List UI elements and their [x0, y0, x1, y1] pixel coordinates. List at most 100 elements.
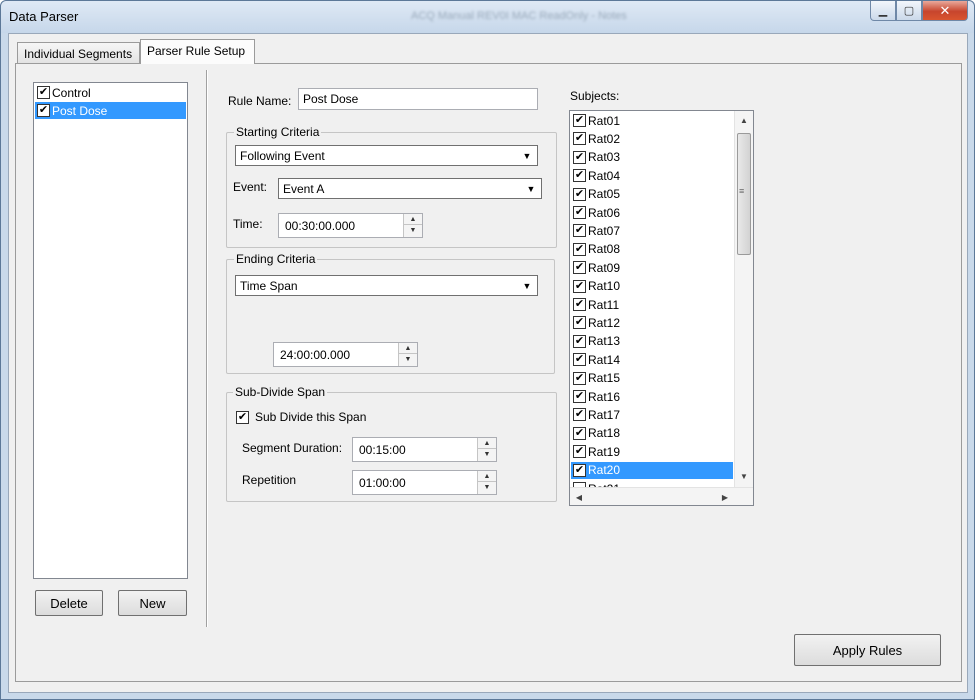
list-item[interactable]: ✔ Post Dose: [35, 102, 186, 119]
apply-rules-button[interactable]: Apply Rules: [794, 634, 941, 666]
subject-checkbox[interactable]: ✔: [573, 132, 586, 146]
list-item[interactable]: ✔ Rat07: [571, 222, 733, 239]
ending-type-select[interactable]: Time Span ▼: [235, 275, 538, 296]
chevron-down-icon[interactable]: ▼: [519, 148, 535, 163]
segment-duration-value: 00:15:00: [359, 443, 406, 457]
close-button[interactable]: ✕: [922, 1, 968, 21]
subject-checkbox[interactable]: ✔: [573, 316, 586, 330]
tab-individual-segments[interactable]: Individual Segments: [17, 42, 140, 64]
list-item[interactable]: ✔ Rat14: [571, 351, 733, 368]
spin-down-icon[interactable]: ▼: [478, 449, 496, 460]
list-item[interactable]: ✔ Rat02: [571, 130, 733, 147]
subject-checkbox[interactable]: ✔: [573, 353, 586, 367]
delete-button[interactable]: Delete: [35, 590, 103, 616]
list-item[interactable]: ✔ Rat17: [571, 406, 733, 423]
subject-checkbox[interactable]: ✔: [573, 463, 586, 477]
check-icon: ✔: [574, 169, 585, 182]
spin-down-icon[interactable]: ▼: [404, 225, 422, 236]
repetition-value: 01:00:00: [359, 476, 406, 490]
vertical-divider: [206, 70, 208, 627]
list-item[interactable]: ✔ Rat04: [571, 167, 733, 184]
subjects-horizontal-scrollbar[interactable]: ◀ ▶: [570, 487, 753, 505]
list-item[interactable]: ✔ Rat11: [571, 296, 733, 313]
list-item[interactable]: ✔ Rat08: [571, 241, 733, 258]
minimize-button[interactable]: ▁: [870, 1, 896, 21]
event-select[interactable]: Event A ▼: [278, 178, 542, 199]
list-item[interactable]: ✔ Rat09: [571, 259, 733, 276]
subject-checkbox[interactable]: ✔: [573, 408, 586, 422]
list-item[interactable]: ✔ Rat13: [571, 333, 733, 350]
subject-checkbox[interactable]: ✔: [573, 150, 586, 164]
subdivide-span-title: Sub-Divide Span: [233, 385, 328, 399]
title-bar[interactable]: Data Parser ACQ Manual REV0I MAC ReadOnl…: [1, 1, 974, 33]
chevron-down-icon[interactable]: ▼: [523, 181, 539, 196]
subject-checkbox[interactable]: ✔: [573, 426, 586, 440]
spin-down-icon[interactable]: ▼: [478, 482, 496, 493]
subject-checkbox[interactable]: ✔: [573, 206, 586, 219]
maximize-button[interactable]: ▢: [896, 1, 922, 21]
scroll-up-icon[interactable]: ▲: [735, 113, 753, 127]
list-item[interactable]: ✔ Rat05: [571, 186, 733, 203]
subject-checkbox[interactable]: ✔: [573, 371, 586, 385]
scroll-down-icon[interactable]: ▼: [735, 469, 753, 483]
spin-up-icon[interactable]: ▲: [404, 214, 422, 225]
subject-checkbox[interactable]: ✔: [573, 114, 586, 127]
subjects-list[interactable]: ✔ Rat01 ✔ Rat02 ✔ Rat03 ✔ Rat04 ✔ Rat05 ✔ Rat06 ✔ Rat…: [569, 110, 754, 506]
scroll-right-icon[interactable]: ▶: [718, 490, 732, 504]
checkbox-control[interactable]: ✔: [37, 86, 50, 99]
check-icon: ✔: [574, 408, 585, 421]
subject-checkbox[interactable]: ✔: [573, 224, 586, 238]
list-item[interactable]: ✔ Rat10: [571, 278, 733, 295]
repetition-spinner[interactable]: 01:00:00 ▲ ▼: [352, 470, 497, 495]
new-button[interactable]: New: [118, 590, 187, 616]
list-item[interactable]: ✔ Rat16: [571, 388, 733, 405]
subject-checkbox[interactable]: ✔: [573, 298, 586, 311]
list-item[interactable]: ✔ Rat03: [571, 149, 733, 166]
subject-label: Rat11: [588, 297, 620, 312]
list-item[interactable]: ✔ Rat01: [571, 112, 733, 129]
subject-checkbox[interactable]: ✔: [573, 242, 586, 256]
spinner-buttons: ▲ ▼: [477, 438, 496, 461]
start-time-spinner[interactable]: 00:30:00.000 ▲ ▼: [278, 213, 423, 238]
rule-name-input[interactable]: Post Dose: [298, 88, 538, 110]
subject-label: Rat01: [588, 113, 621, 128]
spin-up-icon[interactable]: ▲: [399, 343, 417, 354]
subjects-vertical-scrollbar[interactable]: ▲ ≡ ▼: [734, 111, 753, 487]
rules-list[interactable]: ✔ Control ✔ Post Dose: [33, 82, 188, 579]
list-item[interactable]: ✔ Rat06: [571, 204, 733, 221]
subject-checkbox[interactable]: ✔: [573, 279, 586, 293]
subject-checkbox[interactable]: ✔: [573, 169, 586, 183]
scroll-left-icon[interactable]: ◀: [572, 490, 586, 504]
check-icon: ✔: [38, 86, 49, 98]
list-item[interactable]: ✔ Rat19: [571, 443, 733, 460]
spinner-buttons: ▲ ▼: [477, 471, 496, 494]
segment-duration-spinner[interactable]: 00:15:00 ▲ ▼: [352, 437, 497, 462]
starting-type-select[interactable]: Following Event ▼: [235, 145, 538, 166]
tab-parser-rule-setup[interactable]: Parser Rule Setup: [140, 39, 255, 64]
checkbox-post-dose[interactable]: ✔: [37, 104, 50, 117]
spin-up-icon[interactable]: ▲: [478, 471, 496, 482]
chevron-down-icon[interactable]: ▼: [519, 278, 535, 293]
list-item[interactable]: ✔ Rat20: [571, 461, 733, 479]
subject-label: Rat18: [588, 426, 621, 441]
list-item[interactable]: ✔ Rat18: [571, 425, 733, 442]
subject-checkbox[interactable]: ✔: [573, 261, 586, 275]
list-item[interactable]: ✔ Rat12: [571, 314, 733, 331]
spin-down-icon[interactable]: ▼: [399, 354, 417, 365]
list-item[interactable]: ✔ Control: [35, 84, 186, 101]
subject-label: Rat15: [588, 371, 621, 386]
subdivide-checkbox[interactable]: ✔: [236, 410, 249, 424]
end-span-spinner[interactable]: 24:00:00.000 ▲ ▼: [273, 342, 418, 367]
rule-label: Post Dose: [52, 103, 108, 118]
subject-checkbox[interactable]: ✔: [573, 445, 586, 459]
subject-checkbox[interactable]: ✔: [573, 334, 586, 348]
subject-checkbox[interactable]: ✔: [573, 390, 586, 403]
spin-up-icon[interactable]: ▲: [478, 438, 496, 449]
subject-checkbox[interactable]: ✔: [573, 187, 586, 201]
list-item[interactable]: ✔ Rat15: [571, 370, 733, 387]
rule-name-value: Post Dose: [303, 92, 359, 106]
subdivide-checkbox-row[interactable]: ✔ Sub Divide this Span: [236, 410, 366, 424]
check-icon: ✔: [574, 187, 585, 200]
subject-label: Rat03: [588, 150, 621, 165]
end-span-value: 24:00:00.000: [280, 348, 351, 362]
